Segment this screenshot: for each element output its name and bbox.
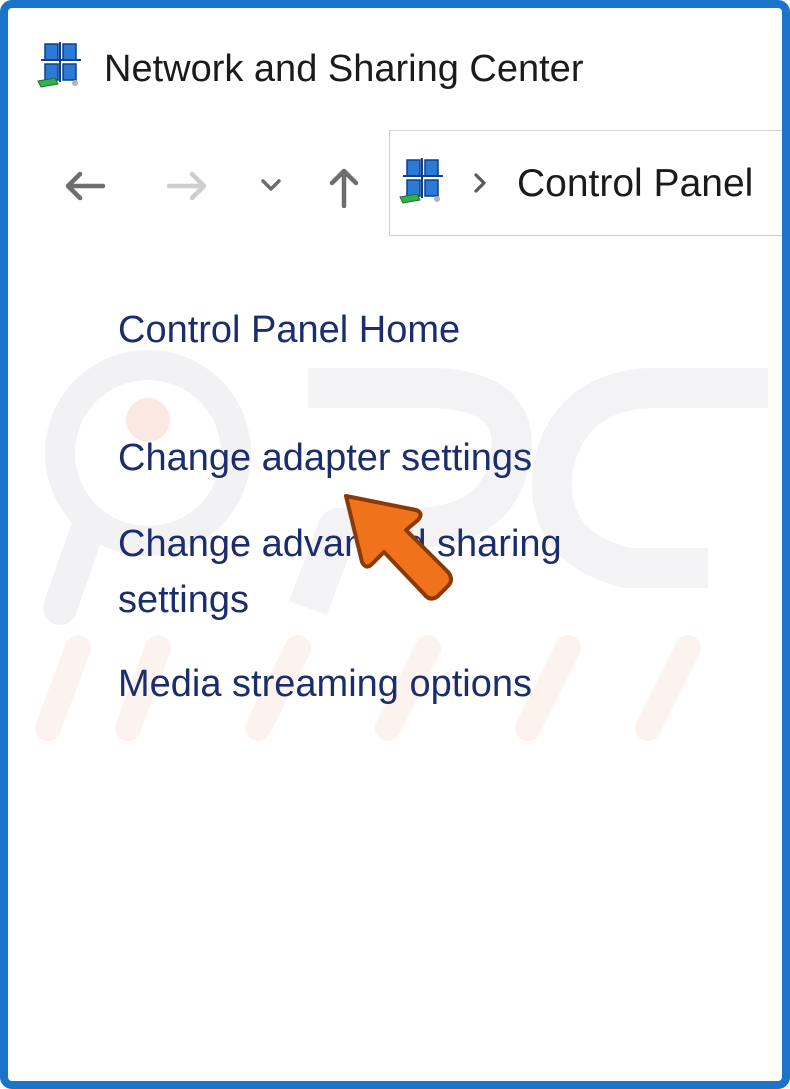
sidebar-link-control-panel-home[interactable]: Control Panel Home: [118, 302, 460, 358]
back-button[interactable]: [60, 164, 108, 208]
window-title: Network and Sharing Center: [104, 48, 584, 90]
breadcrumb-separator[interactable]: [470, 168, 490, 198]
arrow-right-icon: [167, 171, 207, 201]
up-button[interactable]: [322, 163, 366, 211]
recent-locations-button[interactable]: [256, 170, 286, 200]
forward-button[interactable]: [164, 164, 212, 208]
chevron-down-icon: [261, 179, 281, 191]
sidebar-link-line-2: settings: [118, 579, 249, 621]
breadcrumb-control-panel[interactable]: Control Panel: [517, 162, 753, 206]
sidebar-link-line-1: Change advanced sharing: [118, 523, 562, 565]
window-frame: Network and Sharing Center Control Panel…: [0, 0, 790, 1089]
sidebar-link-change-advanced-sharing-settings[interactable]: Change advanced sharing settings: [118, 516, 562, 628]
sidebar-link-media-streaming-options[interactable]: Media streaming options: [118, 656, 532, 712]
arrow-left-icon: [65, 171, 105, 201]
address-network-icon: [397, 154, 449, 204]
arrow-up-icon: [329, 168, 359, 208]
network-sharing-icon: [35, 38, 87, 88]
chevron-right-icon: [474, 173, 486, 193]
sidebar-link-change-adapter-settings[interactable]: Change adapter settings: [118, 430, 532, 486]
